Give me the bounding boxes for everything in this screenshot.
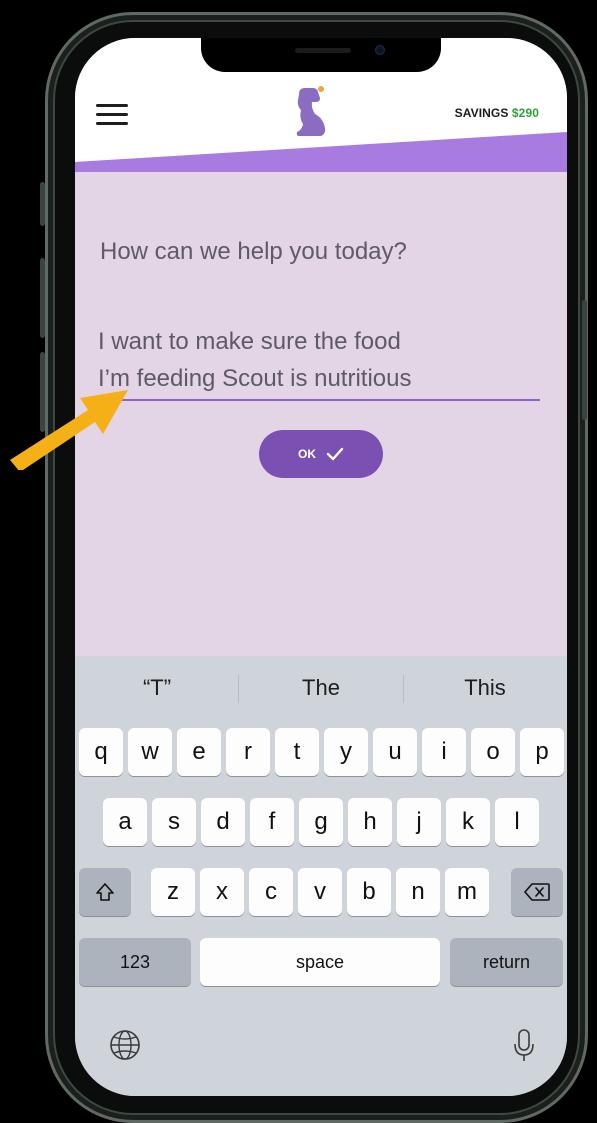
answer-underline (116, 399, 540, 401)
shift-key[interactable] (79, 868, 131, 916)
key-g[interactable]: g (299, 798, 343, 846)
key-c[interactable]: c (249, 868, 293, 916)
key-x[interactable]: x (200, 868, 244, 916)
menu-icon[interactable] (96, 104, 128, 126)
arrow-icon (10, 390, 128, 470)
key-t[interactable]: t (275, 728, 319, 776)
dog-logo-icon (296, 86, 326, 136)
backspace-icon (524, 883, 550, 901)
return-key[interactable]: return (450, 938, 563, 986)
key-f[interactable]: f (250, 798, 294, 846)
globe-icon[interactable] (108, 1028, 142, 1062)
checkmark-icon (326, 447, 344, 461)
numbers-key[interactable]: 123 (79, 938, 191, 986)
key-u[interactable]: u (373, 728, 417, 776)
front-camera (375, 45, 385, 55)
side-button-volume-up (40, 258, 45, 338)
key-b[interactable]: b (347, 868, 391, 916)
suggestion-2[interactable]: The (239, 656, 403, 720)
key-n[interactable]: n (396, 868, 440, 916)
answer-input[interactable]: I want to make sure the food I’m feeding… (98, 323, 538, 397)
side-button-mute (40, 182, 45, 226)
key-l[interactable]: l (495, 798, 539, 846)
backspace-key[interactable] (511, 868, 563, 916)
space-key[interactable]: space (200, 938, 440, 986)
question-prompt: How can we help you today? (100, 238, 407, 265)
key-y[interactable]: y (324, 728, 368, 776)
notch (201, 38, 441, 72)
key-p[interactable]: p (520, 728, 564, 776)
speaker (295, 48, 351, 53)
key-v[interactable]: v (298, 868, 342, 916)
key-e[interactable]: e (177, 728, 221, 776)
microphone-icon[interactable] (512, 1028, 536, 1064)
ok-button[interactable]: OK (259, 430, 383, 478)
key-j[interactable]: j (397, 798, 441, 846)
key-s[interactable]: s (152, 798, 196, 846)
keyboard: “T” The This q w e r t y u i o p a s d f… (75, 656, 567, 1096)
key-m[interactable]: m (445, 868, 489, 916)
key-h[interactable]: h (348, 798, 392, 846)
answer-line-2: I’m feeding Scout is nutritious (98, 365, 412, 392)
key-i[interactable]: i (422, 728, 466, 776)
side-button-power (582, 300, 587, 420)
ok-label: OK (298, 447, 316, 461)
suggestion-1[interactable]: “T” (75, 656, 239, 720)
key-z[interactable]: z (151, 868, 195, 916)
phone-screen: SAVINGS $290 How can we help you today? … (75, 38, 567, 1096)
answer-line-1: I want to make sure the food (98, 328, 401, 355)
savings-label: SAVINGS (454, 106, 509, 120)
key-w[interactable]: w (128, 728, 172, 776)
key-d[interactable]: d (201, 798, 245, 846)
key-q[interactable]: q (79, 728, 123, 776)
shift-icon (96, 883, 114, 901)
savings-indicator: SAVINGS $290 (455, 106, 539, 120)
key-k[interactable]: k (446, 798, 490, 846)
key-r[interactable]: r (226, 728, 270, 776)
suggestion-3[interactable]: This (403, 656, 567, 720)
key-a[interactable]: a (103, 798, 147, 846)
savings-amount: $290 (511, 106, 539, 120)
key-o[interactable]: o (471, 728, 515, 776)
